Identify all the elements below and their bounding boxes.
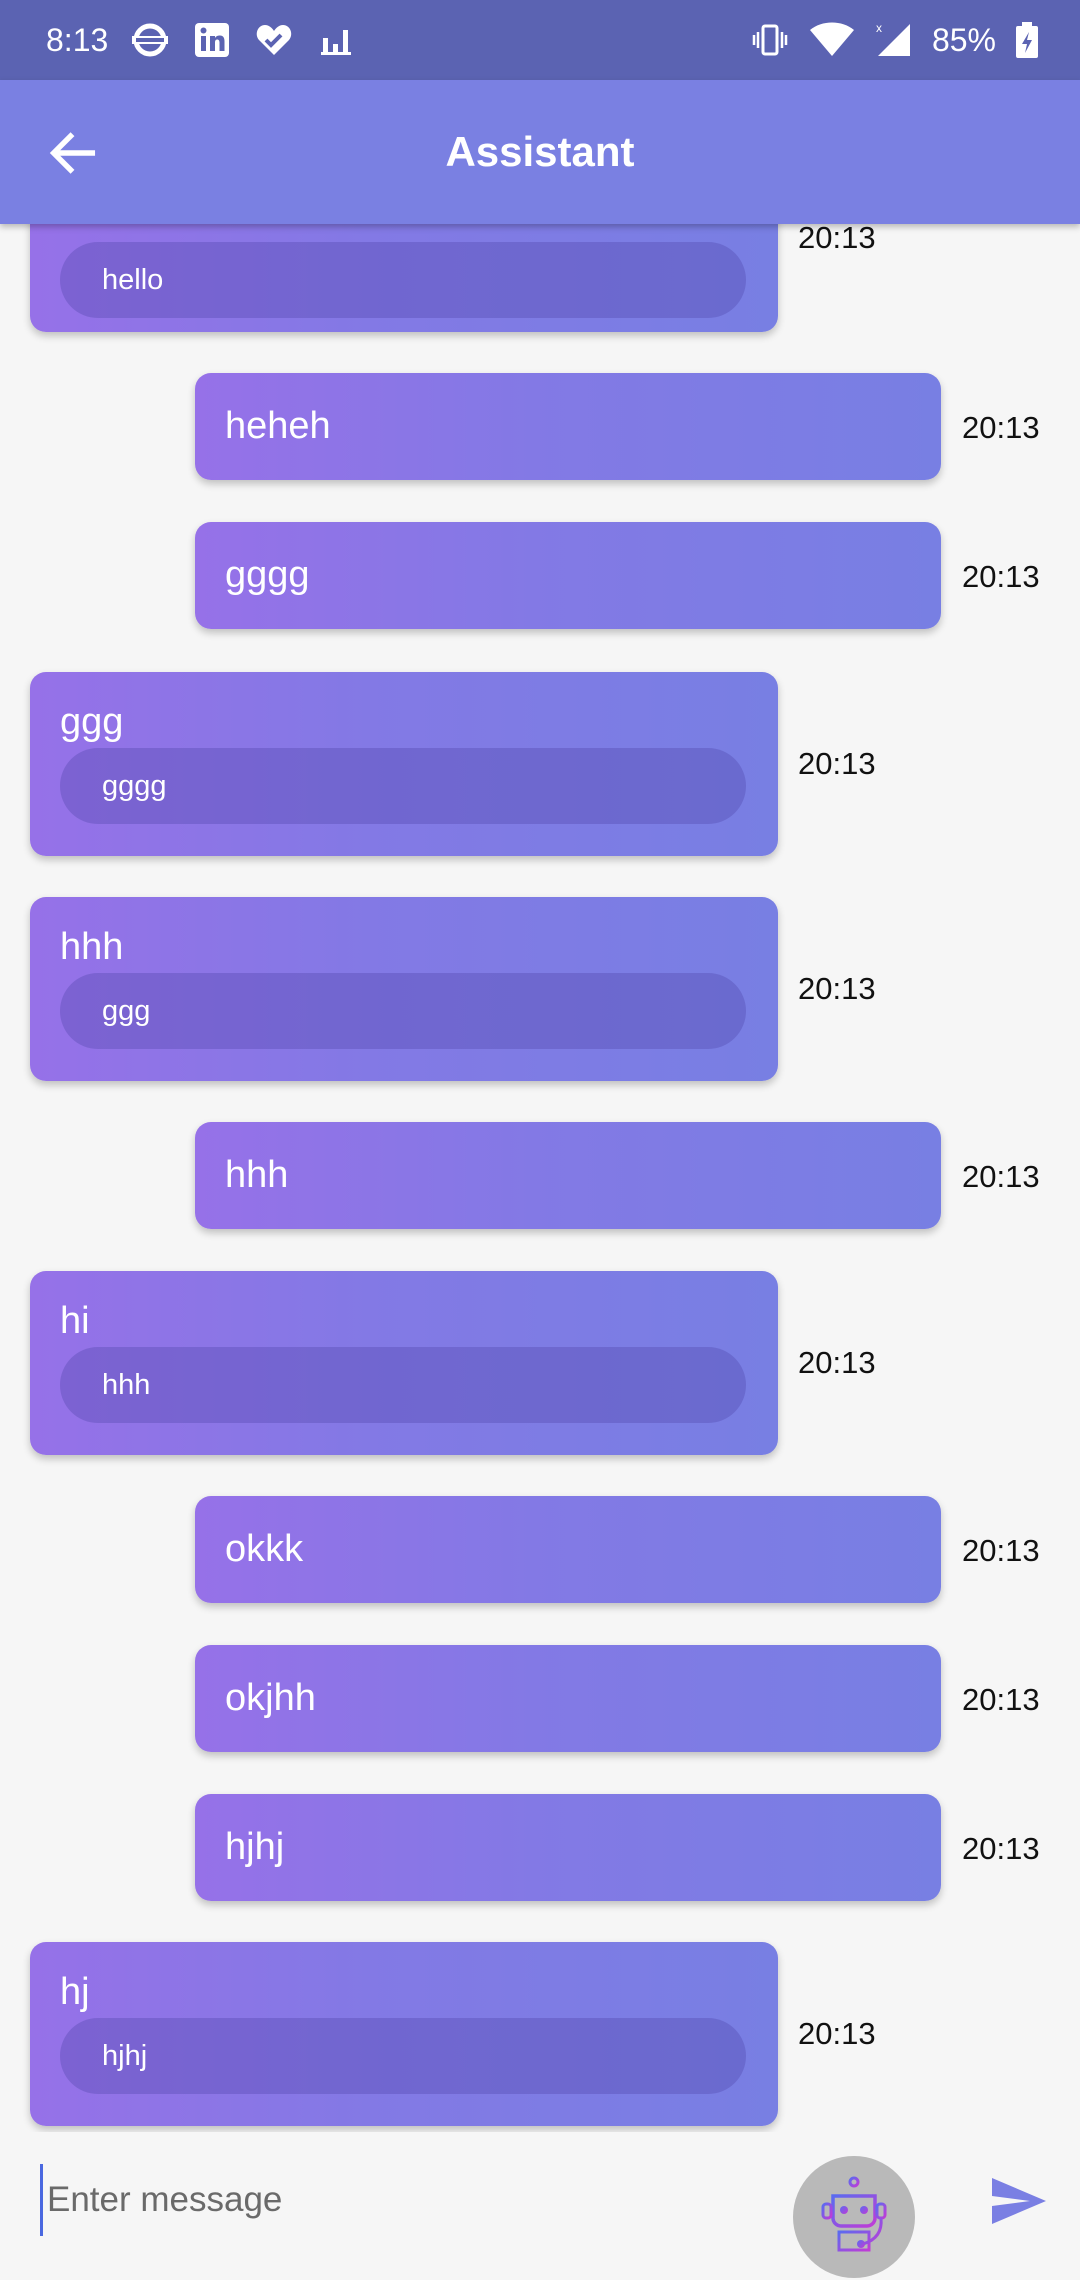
bot-message-bubble: hj hjhj bbox=[30, 1942, 778, 2126]
bot-message-text: hi bbox=[60, 1300, 90, 1342]
bot-message-bubble: hello bbox=[30, 224, 778, 332]
bot-message-text: hj bbox=[60, 1971, 90, 2013]
vibrate-icon bbox=[750, 20, 790, 60]
user-message-bubble: heheh bbox=[195, 373, 941, 480]
robot-icon bbox=[821, 2176, 887, 2252]
wifi-icon bbox=[808, 20, 856, 60]
message-timestamp: 20:13 bbox=[962, 410, 1040, 445]
chat-message-list[interactable]: hello 20:13 heheh 20:13 gggg 20:13 ggg g… bbox=[0, 224, 1080, 2132]
user-message-bubble: hjhj bbox=[195, 1794, 941, 1901]
user-message-bubble: okkk bbox=[195, 1496, 941, 1603]
message-timestamp: 20:13 bbox=[962, 1831, 1040, 1866]
message-timestamp: 20:13 bbox=[798, 971, 876, 1006]
message-timestamp: 20:13 bbox=[798, 2016, 876, 2051]
bot-message-bubble: hi hhh bbox=[30, 1271, 778, 1455]
message-timestamp: 20:13 bbox=[962, 559, 1040, 594]
send-button[interactable] bbox=[990, 2174, 1048, 2228]
user-message-text: okjhh bbox=[225, 1677, 316, 1719]
bot-reply-pill: gggg bbox=[60, 748, 746, 824]
message-timestamp: 20:13 bbox=[962, 1159, 1040, 1194]
bot-reply-pill: ggg bbox=[60, 973, 746, 1049]
user-message-text: okkk bbox=[225, 1528, 304, 1570]
bot-message-text: hhh bbox=[60, 926, 124, 968]
message-input[interactable] bbox=[40, 2164, 767, 2236]
send-icon bbox=[992, 2178, 1046, 2224]
bot-message-bubble: hhh ggg bbox=[30, 897, 778, 1081]
london-underground-icon bbox=[130, 20, 170, 60]
user-message-text: gggg bbox=[225, 554, 310, 596]
bot-reply-pill: hjhj bbox=[60, 2018, 746, 2094]
signal-icon: x bbox=[874, 20, 914, 60]
message-composer bbox=[0, 2132, 1080, 2280]
health-heart-icon bbox=[254, 20, 294, 60]
linkedin-icon bbox=[192, 20, 232, 60]
user-message-bubble: gggg bbox=[195, 522, 941, 629]
user-message-bubble: hhh bbox=[195, 1122, 941, 1229]
app-bar: Assistant bbox=[0, 80, 1080, 224]
user-message-text: hjhj bbox=[225, 1826, 285, 1868]
arrow-left-icon bbox=[49, 132, 96, 174]
user-message-text: heheh bbox=[225, 405, 331, 447]
assistant-avatar-button[interactable] bbox=[793, 2156, 915, 2278]
bot-message-bubble: ggg gggg bbox=[30, 672, 778, 856]
bot-reply-pill: hello bbox=[60, 242, 746, 318]
message-timestamp: 20:13 bbox=[798, 224, 876, 255]
battery-percent: 85% bbox=[931, 21, 996, 58]
svg-text:x: x bbox=[876, 21, 882, 35]
message-timestamp: 20:13 bbox=[798, 1345, 876, 1380]
battery-charging-icon bbox=[1014, 20, 1040, 60]
message-timestamp: 20:13 bbox=[962, 1682, 1040, 1717]
chart-bars-icon bbox=[316, 20, 356, 60]
status-time: 8:13 bbox=[46, 21, 109, 58]
back-button[interactable] bbox=[44, 124, 102, 182]
message-timestamp: 20:13 bbox=[798, 746, 876, 781]
page-title: Assistant bbox=[445, 128, 635, 175]
user-message-text: hhh bbox=[225, 1154, 289, 1196]
message-timestamp: 20:13 bbox=[962, 1533, 1040, 1568]
bot-reply-pill: hhh bbox=[60, 1347, 746, 1423]
user-message-bubble: okjhh bbox=[195, 1645, 941, 1752]
bot-message-text: ggg bbox=[60, 701, 124, 743]
status-bar: 8:13 x 85% bbox=[0, 0, 1080, 80]
